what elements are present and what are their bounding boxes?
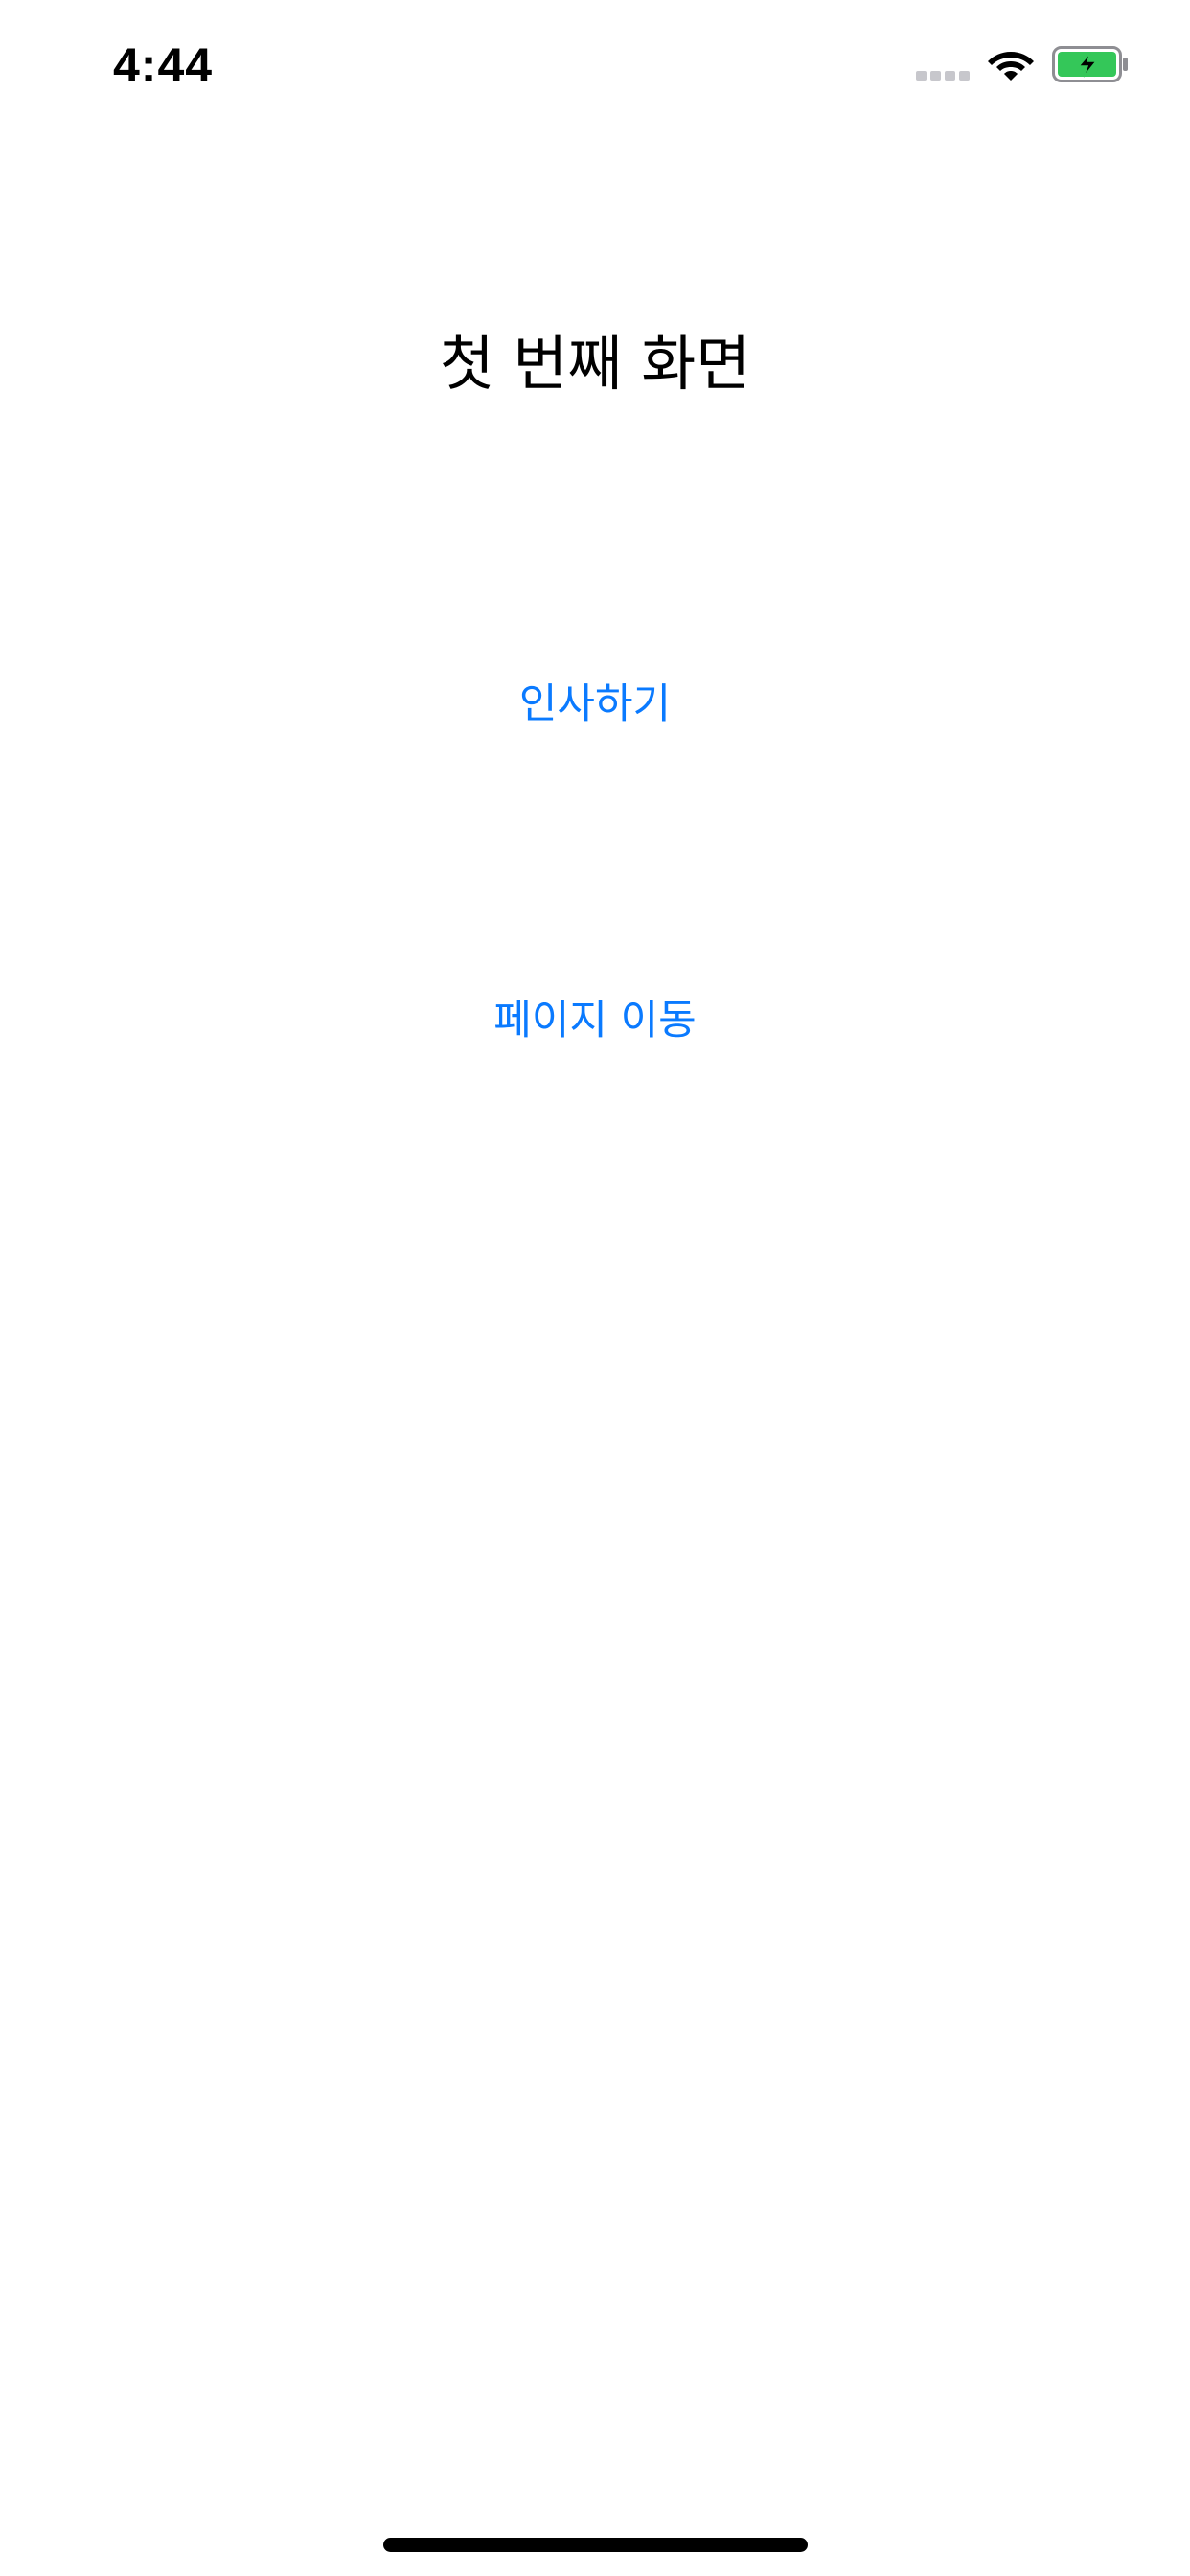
- page-title: 첫 번째 화면: [439, 329, 751, 399]
- signal-dots-icon: [916, 71, 970, 80]
- app-screen: 4:44 첫 번째 화면 인사하기 페이지 이동: [0, 0, 1190, 2576]
- battery-charging-icon: [1052, 46, 1128, 82]
- status-time: 4:44: [113, 38, 214, 92]
- home-indicator[interactable]: [383, 2538, 808, 2552]
- greet-button[interactable]: 인사하기: [403, 666, 787, 743]
- move-page-button[interactable]: 페이지 이동: [403, 982, 787, 1059]
- wifi-icon: [988, 52, 1034, 80]
